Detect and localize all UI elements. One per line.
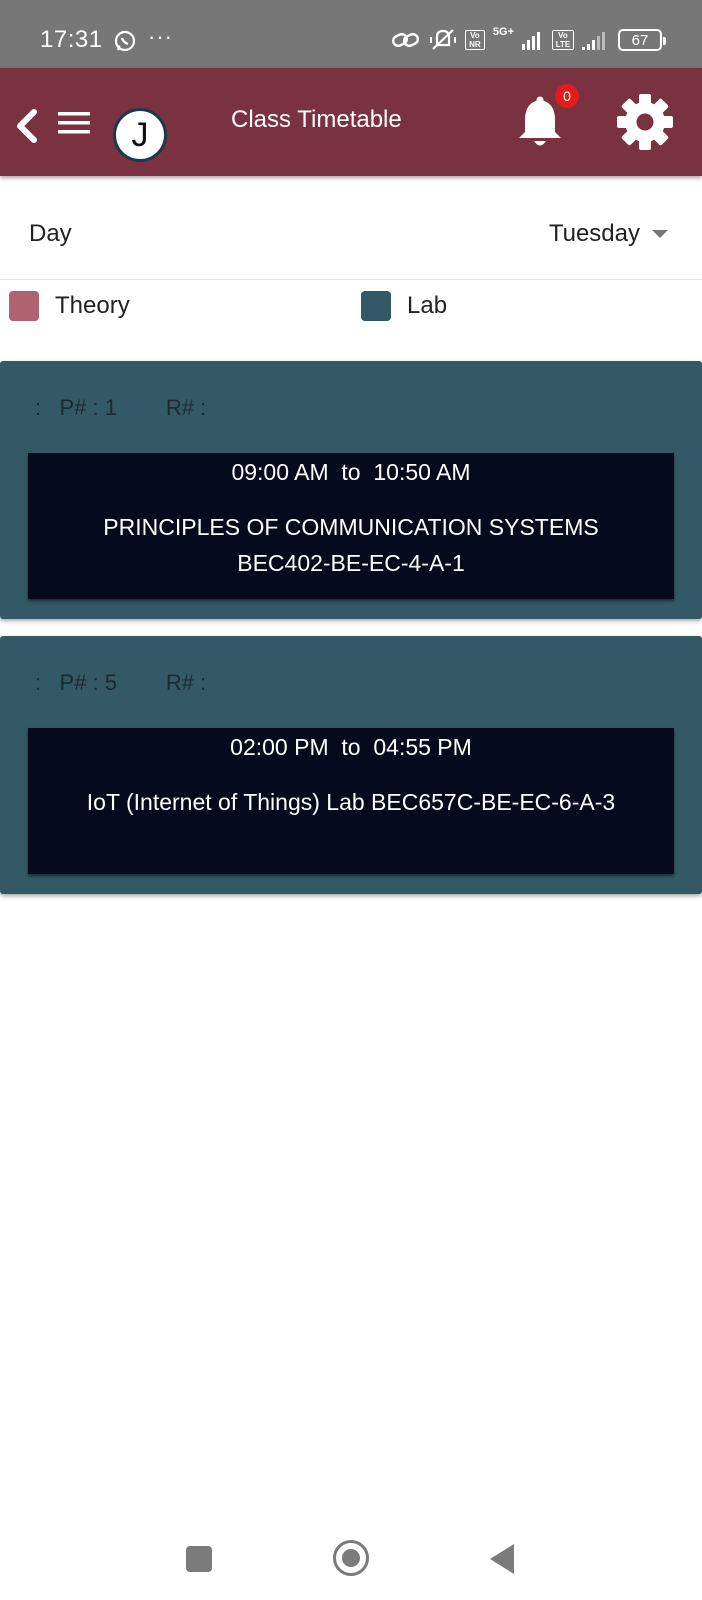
- status-bar: 17:31 ··· Vo NR 5G+ Vo LTE 67: [0, 0, 702, 68]
- caret-down-icon: [652, 230, 668, 238]
- class-details: 02:00 PM to 04:55 PM IoT (Internet of Th…: [28, 728, 674, 874]
- link-icon: [391, 32, 419, 48]
- class-subject: PRINCIPLES OF COMMUNICATION SYSTEMS BEC4…: [103, 514, 599, 576]
- class-period-room: : P# : 1 R# :: [35, 395, 207, 420]
- home-button[interactable]: [333, 1540, 369, 1576]
- more-notifications-icon: ···: [148, 24, 173, 49]
- signal-strength-2-icon: [582, 32, 605, 50]
- app-bar: J Class Timetable 0: [0, 68, 702, 176]
- app-logo-letter: J: [131, 115, 149, 154]
- class-time: 09:00 AM to 10:50 AM: [231, 459, 471, 485]
- battery-level: 67: [631, 31, 649, 49]
- mute-vibrate-icon: [429, 29, 456, 50]
- battery-icon: 67: [618, 29, 666, 51]
- legend-item-theory: Theory: [9, 291, 130, 321]
- gear-icon[interactable]: [617, 94, 673, 150]
- day-label: Day: [29, 220, 72, 247]
- notification-count-badge: 0: [555, 84, 579, 108]
- system-nav-bar: [0, 1520, 702, 1600]
- legend-swatch-lab: [361, 291, 391, 321]
- legend-swatch-theory: [9, 291, 39, 321]
- signal-strength-icon: [522, 32, 540, 50]
- whatsapp-icon: [114, 30, 136, 52]
- recents-button[interactable]: [186, 1546, 212, 1572]
- legend-item-lab: Lab: [361, 291, 447, 321]
- app-logo: J: [113, 108, 167, 162]
- class-details: 09:00 AM to 10:50 AM PRINCIPLES OF COMMU…: [28, 453, 674, 599]
- status-time: 17:31: [40, 26, 103, 53]
- class-card[interactable]: : P# : 1 R# : 09:00 AM to 10:50 AM PRINC…: [0, 361, 702, 619]
- status-icons: Vo NR 5G+ Vo LTE 67: [391, 26, 666, 54]
- legend-label-theory: Theory: [55, 292, 130, 319]
- legend-label-lab: Lab: [407, 292, 448, 319]
- system-back-button[interactable]: [490, 1544, 514, 1574]
- class-card[interactable]: : P# : 5 R# : 02:00 PM to 04:55 PM IoT (…: [0, 636, 702, 894]
- network-type-label: 5G+: [492, 26, 514, 38]
- hamburger-menu-icon[interactable]: [56, 108, 92, 138]
- class-subject: IoT (Internet of Things) Lab BEC657C-BE-…: [86, 789, 616, 815]
- day-dropdown-value: Tuesday: [548, 220, 640, 247]
- vo-lte-badge: Vo LTE: [552, 30, 574, 50]
- day-selector-row: Day Tuesday: [0, 176, 702, 280]
- legend: Theory Lab: [0, 285, 702, 335]
- chevron-left-icon[interactable]: [10, 106, 40, 146]
- class-time: 02:00 PM to 04:55 PM: [230, 734, 472, 760]
- day-dropdown[interactable]: Tuesday: [549, 220, 668, 248]
- vo-nr-badge: Vo NR: [464, 30, 485, 50]
- page-title: Class Timetable: [231, 106, 402, 133]
- class-period-room: : P# : 5 R# :: [35, 670, 207, 695]
